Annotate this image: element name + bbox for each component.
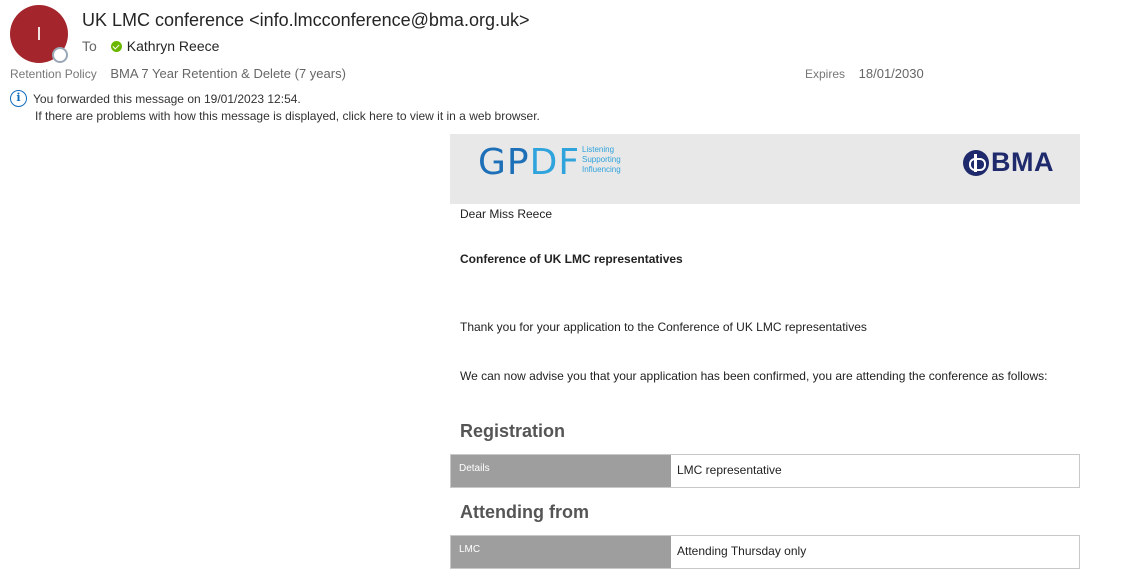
retention-value: BMA 7 Year Retention & Delete (7 years) bbox=[110, 66, 346, 81]
registration-row: Details LMC representative bbox=[450, 454, 1080, 488]
email-banner: GPDF Listening Supporting Influencing BM… bbox=[450, 134, 1080, 204]
forward-info: i You forwarded this message on 19/01/20… bbox=[10, 90, 301, 107]
gpdf-logo: GPDF bbox=[478, 142, 580, 183]
sender-name[interactable]: UK LMC conference <info.lmcconference@bm… bbox=[82, 10, 530, 31]
tagline-line: Supporting bbox=[582, 155, 621, 164]
attending-key: LMC bbox=[451, 536, 671, 568]
presence-status-icon bbox=[52, 47, 68, 63]
gpdf-accent-text: DF bbox=[529, 142, 581, 183]
attending-value: Attending Thursday only bbox=[671, 536, 1079, 568]
attending-heading: Attending from bbox=[460, 502, 589, 522]
registration-key: Details bbox=[451, 455, 671, 487]
registration-value: LMC representative bbox=[671, 455, 1079, 487]
available-check-icon bbox=[110, 40, 122, 52]
expires: Expires 18/01/2030 bbox=[805, 66, 924, 81]
thanks-text: Thank you for your application to the Co… bbox=[460, 320, 867, 334]
retention-label: Retention Policy bbox=[10, 67, 97, 81]
to-label: To bbox=[82, 38, 97, 54]
bma-emblem-icon bbox=[963, 149, 989, 176]
confirmation-text: We can now advise you that your applicat… bbox=[460, 369, 1048, 383]
bma-logo-text: BMA bbox=[991, 147, 1054, 177]
recipient-name[interactable]: Kathryn Reece bbox=[127, 38, 220, 54]
tagline-line: Listening bbox=[582, 145, 615, 154]
email-body: GPDF Listening Supporting Influencing BM… bbox=[450, 134, 1080, 574]
gpdf-tagline: Listening Supporting Influencing bbox=[582, 145, 621, 175]
bma-logo: BMA bbox=[963, 147, 1054, 178]
salutation: Dear Miss Reece bbox=[460, 207, 553, 221]
tagline-line: Influencing bbox=[582, 165, 621, 174]
registration-heading: Registration bbox=[460, 421, 566, 441]
forward-notice: You forwarded this message on 19/01/2023… bbox=[33, 91, 301, 106]
gpdf-main-text: GP bbox=[478, 142, 530, 183]
conference-title: Conference of UK LMC representatives bbox=[460, 252, 683, 266]
view-in-browser-link[interactable]: If there are problems with how this mess… bbox=[35, 109, 540, 123]
retention-policy: Retention Policy BMA 7 Year Retention & … bbox=[10, 66, 346, 81]
expires-label: Expires bbox=[805, 67, 846, 81]
attending-row: LMC Attending Thursday only bbox=[450, 535, 1080, 569]
info-icon: i bbox=[10, 90, 27, 107]
to-row: To Kathryn Reece bbox=[82, 38, 219, 54]
expires-value: 18/01/2030 bbox=[858, 66, 924, 81]
